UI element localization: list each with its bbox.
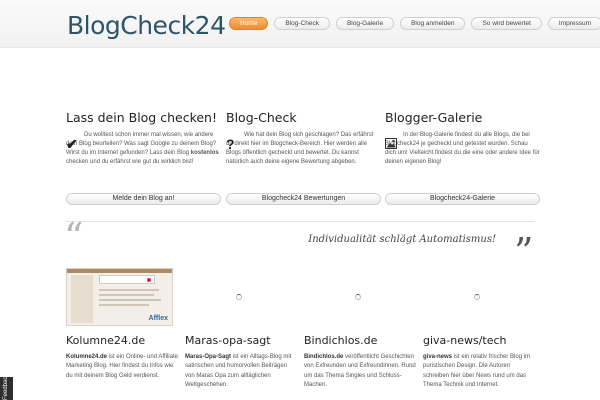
site-title[interactable]: Maras-opa-sagt — [185, 334, 298, 347]
site-title[interactable]: giva-news/tech — [423, 334, 536, 347]
nav-blog-check[interactable]: Blog-Check — [274, 17, 330, 30]
site-card-maras-opa-sagt: Maras-opa-sagt Maras-Opa-Sagt ist ein Al… — [185, 334, 298, 391]
ratings-button[interactable]: Blogcheck24 Bewertungen — [226, 193, 381, 205]
checkmark-icon: ✔ — [66, 136, 78, 152]
site-card-giva-news: giva-news/tech giva-news ist ein relativ… — [423, 334, 536, 391]
site-title[interactable]: Bindichlos.de — [304, 334, 417, 347]
loading-spinner-icon — [236, 294, 242, 300]
feature-title: Blogger-Galerie — [385, 110, 483, 125]
quote-close-icon: ” — [514, 230, 534, 274]
site-thumbnail-giva-news[interactable] — [423, 268, 530, 326]
main-nav: Home Blog-Check Blog-Galerie Blog anmeld… — [229, 17, 600, 30]
site-thumbnail-bindichlos[interactable] — [304, 268, 411, 326]
gallery-button[interactable]: Blogcheck24-Galerie — [385, 193, 540, 205]
feature-column-signup: Lass dein Blog checken! ✔ Du wolltest sc… — [66, 110, 221, 205]
site-thumbnail-maras-opa-sagt[interactable] — [185, 268, 292, 326]
thumbnail-label: Afflex — [148, 315, 168, 322]
feature-text: ? Wie hat dein Blog sich geschlagen? Das… — [226, 132, 374, 165]
feature-title: Blog-Check — [226, 110, 297, 125]
image-icon — [385, 137, 397, 151]
site-card-bindichlos: Bindichlos.de Bindichlos.de veröffentlic… — [304, 334, 417, 389]
feature-column-gallery: Blogger-Galerie In der Blog-Galerie find… — [385, 110, 540, 205]
feedback-tab[interactable]: Feedback — [0, 374, 13, 400]
feature-text: ✔ Du wolltest schon immer mal wissen, wi… — [66, 132, 219, 165]
nav-blog-galerie[interactable]: Blog-Galerie — [335, 17, 395, 30]
feature-text: In der Blog-Galerie findest du alle Blog… — [385, 132, 540, 165]
site-card-kolumne24: Kolumne24.de Kolumne24.de ist ein Online… — [66, 334, 179, 379]
nav-home[interactable]: Home — [229, 17, 269, 30]
nav-so-wird-bewertet[interactable]: So wird bewertet — [471, 17, 542, 30]
quote-open-icon: “ — [64, 215, 84, 259]
loading-spinner-icon — [474, 294, 480, 300]
feature-title: Lass dein Blog checken! — [66, 110, 217, 125]
feature-column-blog-check: Blog-Check ? Wie hat dein Blog sich gesc… — [226, 110, 381, 205]
nav-impressum[interactable]: Impressum — [547, 17, 600, 30]
site-title[interactable]: Kolumne24.de — [66, 334, 179, 347]
loading-spinner-icon — [355, 294, 361, 300]
site-logo[interactable]: BlogCheck24 — [67, 11, 226, 40]
site-header: BlogCheck24 Home Blog-Check Blog-Galerie… — [0, 0, 600, 48]
question-mark-icon: ? — [226, 136, 235, 152]
divider — [66, 221, 535, 222]
signup-button[interactable]: Melde dein Blog an! — [66, 193, 221, 205]
nav-blog-anmelden[interactable]: Blog anmelden — [400, 17, 466, 30]
site-thumbnail-kolumne24[interactable]: Afflex — [66, 268, 173, 326]
slogan: Individualität schlägt Automatismus! — [308, 234, 496, 245]
